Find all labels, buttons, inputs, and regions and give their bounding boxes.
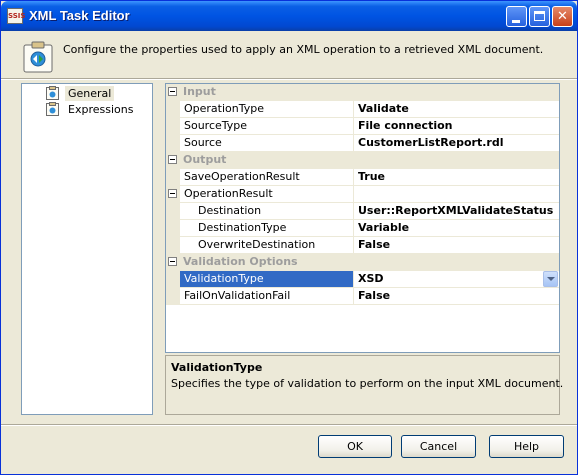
row-gutter [166,271,180,288]
property-value[interactable]: Validate [355,101,559,117]
help-button[interactable]: Help [489,435,564,458]
collapse-icon[interactable] [168,189,177,198]
property-description-panel: ValidationType Specifies the type of val… [165,355,564,415]
description-text: Specifies the type of validation to perf… [171,377,564,390]
row-gutter [166,288,180,305]
dropdown-arrow-icon[interactable] [543,271,558,287]
property-name: ValidationType [180,271,354,287]
category-label: Validation Options [183,255,298,268]
header-separator [1,78,577,80]
property-name: SourceType [180,118,354,134]
property-row-destination[interactable]: Destination User::ReportXMLValidateStatu… [166,203,559,220]
close-icon: ✕ [557,9,568,24]
property-name: Destination [180,203,354,219]
page-icon [46,86,59,100]
footer-separator [1,424,577,426]
minimize-button[interactable] [506,6,527,27]
collapse-icon[interactable] [168,257,177,266]
cancel-button[interactable]: Cancel [401,435,476,458]
property-row-operationresult[interactable]: OperationResult [166,186,559,203]
category-label: Output [183,153,227,166]
row-gutter [166,101,180,118]
property-row-source[interactable]: Source CustomerListReport.rdl [166,135,559,152]
close-button[interactable]: ✕ [552,6,573,27]
property-name: OperationResult [180,186,354,202]
nav-item-label: General [65,86,115,101]
row-gutter [166,220,180,237]
property-name: Source [180,135,354,151]
property-grid: Input OperationType Validate SourceType … [165,83,560,353]
property-row-failonvalidationfail[interactable]: FailOnValidationFail False [166,288,559,305]
property-row-destinationtype[interactable]: DestinationType Variable [166,220,559,237]
minimize-icon [512,20,520,23]
category-output[interactable]: Output [166,152,559,169]
property-row-validationtype[interactable]: ValidationType XSD [166,271,559,288]
page-icon [46,102,59,116]
ok-button[interactable]: OK [318,435,392,458]
title-bar[interactable]: SSIS XML Task Editor ✕ [1,1,577,31]
property-row-saveoperationresult[interactable]: SaveOperationResult True [166,169,559,186]
row-gutter [166,203,180,220]
xml-task-icon [23,41,53,73]
property-value[interactable]: True [355,169,559,185]
property-row-overwritedestination[interactable]: OverwriteDestination False [166,237,559,254]
property-name: OverwriteDestination [180,237,354,253]
xml-task-editor-window: SSIS XML Task Editor ✕ Configure the pro… [0,0,578,475]
category-label: Input [183,85,216,98]
collapse-icon[interactable] [168,87,177,96]
window-title: XML Task Editor [29,8,130,23]
property-name: DestinationType [180,220,354,236]
property-value [355,186,559,202]
property-value[interactable]: CustomerListReport.rdl [355,135,559,151]
nav-item-label: Expressions [68,103,134,116]
selected-value: XSD [358,272,384,285]
property-name: SaveOperationResult [180,169,354,185]
property-value[interactable]: Variable [355,220,559,236]
property-value-select[interactable]: XSD [355,271,559,287]
property-value[interactable]: File connection [355,118,559,134]
header-description: Configure the properties used to apply a… [63,43,544,56]
row-gutter [166,186,180,203]
maximize-button[interactable] [529,6,550,27]
property-row-operationtype[interactable]: OperationType Validate [166,101,559,118]
property-name: OperationType [180,101,354,117]
property-row-sourcetype[interactable]: SourceType File connection [166,118,559,135]
property-value[interactable]: False [355,288,559,304]
property-name: FailOnValidationFail [180,288,354,304]
property-value[interactable]: User::ReportXMLValidateStatus [355,203,559,219]
row-gutter [166,169,180,186]
page-navigation: General Expressions [21,83,153,415]
row-gutter [166,237,180,254]
category-input[interactable]: Input [166,84,559,101]
maximize-icon [534,11,545,21]
row-gutter [166,118,180,135]
description-title: ValidationType [171,361,263,374]
collapse-icon[interactable] [168,155,177,164]
category-validation-options[interactable]: Validation Options [166,254,559,271]
app-icon: SSIS [7,8,25,24]
property-value[interactable]: False [355,237,559,253]
row-gutter [166,135,180,152]
